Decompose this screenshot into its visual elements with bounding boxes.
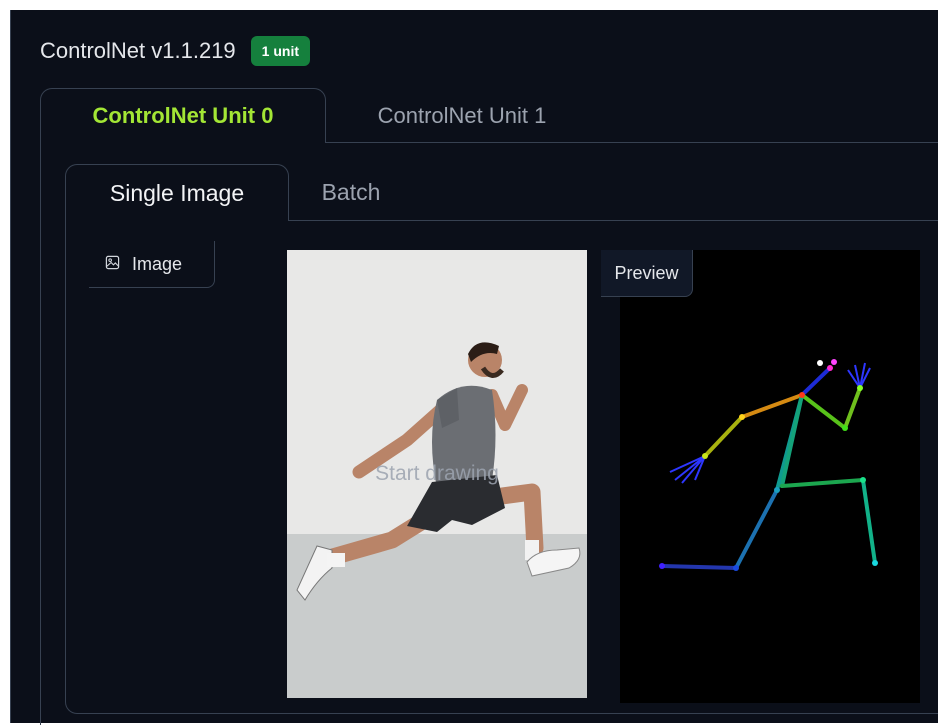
unit-count-badge: 1 unit: [250, 36, 311, 66]
tab-batch[interactable]: Batch: [301, 164, 401, 221]
image-icon: [105, 254, 120, 275]
canvas-placeholder: Start drawing: [375, 462, 499, 485]
image-label-text: Image: [132, 253, 183, 274]
image-input-label: Image: [89, 241, 215, 288]
controlnet-header[interactable]: ControlNet v1.1.219 1 unit: [40, 36, 311, 66]
single-image-content: Image Start drawing Preview: [65, 220, 938, 714]
tab-single-image[interactable]: Single Image: [65, 164, 289, 221]
pose-preview-image: [620, 250, 920, 703]
controlnet-panel: ControlNet v1.1.219 1 unit ControlNet Un…: [10, 10, 938, 725]
tab-controlnet-unit-1[interactable]: ControlNet Unit 1: [350, 88, 574, 143]
preview-label: Preview: [601, 250, 693, 297]
unit-tab-bar: ControlNet Unit 0 ControlNet Unit 1: [40, 88, 938, 143]
controlnet-title: ControlNet v1.1.219: [40, 38, 236, 63]
input-image-canvas[interactable]: Start drawing: [287, 250, 587, 698]
tab-controlnet-unit-0[interactable]: ControlNet Unit 0: [40, 88, 326, 143]
mode-tab-bar: Single Image Batch: [65, 164, 938, 221]
unit-0-content: Single Image Batch Image Start drawing P…: [40, 142, 938, 725]
